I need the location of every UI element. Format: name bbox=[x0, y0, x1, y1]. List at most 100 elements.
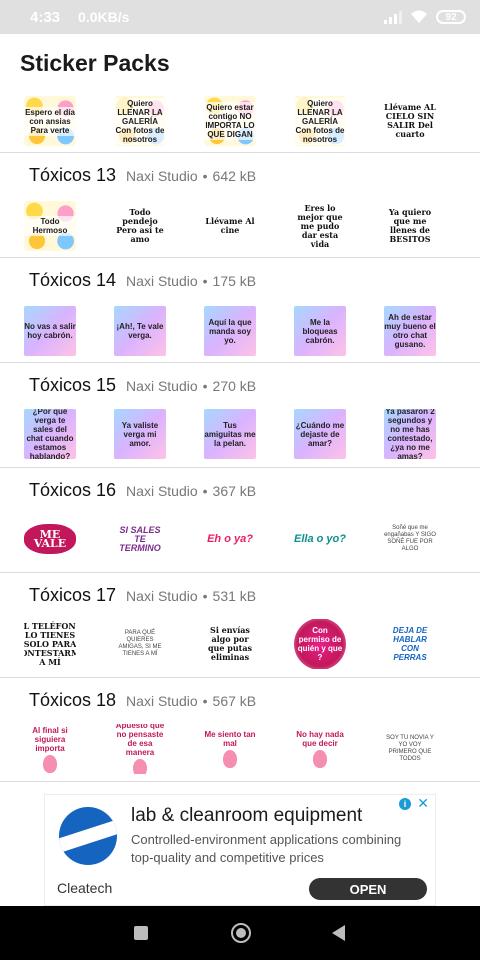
sticker-thumbnail[interactable]: DEJA DE HABLAR CON PERRAS bbox=[384, 619, 436, 669]
sticker-text: Aquí la que manda soy yo. bbox=[208, 317, 252, 345]
ad-open-button[interactable]: OPEN bbox=[309, 878, 427, 900]
battery-icon: 92 bbox=[436, 10, 466, 24]
pack-header: Tóxicos 13 Naxi Studio • 642 kB bbox=[29, 165, 256, 186]
cell-signal-icon bbox=[384, 10, 402, 24]
guitar-icon bbox=[133, 759, 147, 774]
home-icon[interactable] bbox=[231, 923, 251, 943]
sticker-thumbnail[interactable]: Ya pasaron 2 segundos y no me has contes… bbox=[384, 409, 436, 459]
pack-size: 175 kB bbox=[212, 273, 257, 289]
ad-banner[interactable]: lab & cleanroom equipment Controlled-env… bbox=[44, 794, 436, 906]
status-bar: 4:33 0.0KB/s 92 bbox=[0, 0, 480, 34]
sticker-text: Ah de estar muy bueno el otro chat gusan… bbox=[384, 313, 436, 349]
sticker-thumbnail[interactable]: No vas a salir hoy cabrón. bbox=[24, 306, 76, 356]
recent-apps-icon[interactable] bbox=[134, 926, 148, 940]
sticker-thumbnail[interactable]: Ella o yo? bbox=[294, 514, 346, 564]
sticker-text: Todo pendejo Pero así te amo bbox=[116, 207, 164, 244]
sticker-thumbnail[interactable]: SOY TU NOVIA Y YO VOY PRIMERO QUE TODOS bbox=[384, 724, 436, 774]
network-speed: 0.0KB/s bbox=[78, 9, 130, 25]
pack-publisher: Naxi Studio bbox=[126, 588, 198, 604]
ad-close-icon[interactable]: ✕ bbox=[417, 795, 429, 812]
sticker-text: Me siento tan mal bbox=[204, 730, 256, 768]
sticker-thumbnail[interactable]: ¿Cuándo me dejaste de amar? bbox=[294, 409, 346, 459]
sticker-thumbnail[interactable]: Aquí la que manda soy yo. bbox=[204, 306, 256, 356]
back-icon[interactable] bbox=[332, 925, 345, 941]
pack-size: 567 kB bbox=[212, 693, 257, 709]
sticker-pack-row[interactable]: Espero el día con ansias Para verte Quie… bbox=[0, 85, 480, 153]
sticker-pack-row[interactable]: Tóxicos 13 Naxi Studio • 642 kB Todo Hermo… bbox=[0, 153, 480, 258]
sticker-thumbnail[interactable]: Al final si siguiera importa bbox=[24, 724, 76, 774]
pack-name: Tóxicos 14 bbox=[29, 270, 117, 290]
sticker-pack-row[interactable]: Tóxicos 18 Naxi Studio • 567 kB Al final s… bbox=[0, 678, 480, 782]
sticker-thumbnail[interactable]: Todo pendejo Pero así te amo bbox=[114, 201, 166, 251]
sticker-thumbnail[interactable]: Todo Hermoso bbox=[24, 201, 76, 251]
sticker-thumbnail[interactable]: Llévame AL CIELO SIN SALIR Del cuarto bbox=[384, 96, 436, 146]
pack-meta: Naxi Studio • 270 kB bbox=[126, 378, 257, 394]
sticker-thumbnail[interactable]: Quiero LLENAR LA GALERÍA Con fotos de no… bbox=[114, 96, 166, 146]
sticker-text: PARA QUÉ QUIERES AMIGAS, SI ME TIENES A … bbox=[118, 630, 162, 657]
pack-header: Tóxicos 17 Naxi Studio • 531 kB bbox=[29, 585, 256, 606]
sticker-thumbnail[interactable]: Ah de estar muy bueno el otro chat gusan… bbox=[384, 306, 436, 356]
pack-name: Tóxicos 13 bbox=[29, 165, 117, 185]
ad-title[interactable]: lab & cleanroom equipment bbox=[131, 805, 362, 827]
clock: 4:33 bbox=[30, 8, 61, 26]
sticker-thumbnail[interactable]: ME VALE bbox=[24, 514, 76, 564]
pack-meta: Naxi Studio • 642 kB bbox=[126, 168, 257, 184]
pack-header: Tóxicos 15 Naxi Studio • 270 kB bbox=[29, 375, 256, 396]
pack-header: Tóxicos 16 Naxi Studio • 367 kB bbox=[29, 480, 256, 501]
pack-publisher: Naxi Studio bbox=[126, 168, 198, 184]
system-nav-bar bbox=[0, 906, 480, 960]
sticker-thumbnail[interactable]: Eh o ya? bbox=[204, 514, 256, 564]
sticker-pack-row[interactable]: Tóxicos 14 Naxi Studio • 175 kB No vas a s… bbox=[0, 258, 480, 363]
sticker-thumbnail[interactable]: Soñé que me engañabas Y SIGO SOÑÉ FUE PO… bbox=[384, 514, 436, 564]
sticker-pack-row[interactable]: Tóxicos 17 Naxi Studio•531 kB EL TELÉFON… bbox=[0, 573, 480, 678]
sticker-pack-row[interactable]: Tóxicos 15 Naxi Studio • 270 kB ¿Por qué v… bbox=[0, 363, 480, 468]
sticker-thumbnail[interactable]: No hay nada que decir bbox=[294, 724, 346, 774]
sticker-thumbnail[interactable]: Ya quiero que me llenes de BESITOS bbox=[384, 201, 436, 251]
sticker-text: Ya valiste verga mi amor. bbox=[121, 420, 159, 448]
guitar-icon bbox=[223, 750, 237, 768]
pack-meta: Naxi Studio • 531 kB bbox=[126, 588, 257, 604]
sticker-thumbnail[interactable]: ¡Ah!, Te vale verga. bbox=[114, 306, 166, 356]
guitar-icon bbox=[43, 754, 57, 773]
sticker-text: SOY TU NOVIA Y YO VOY PRIMERO QUE TODOS bbox=[386, 735, 434, 762]
ad-advertiser-name: Cleatech bbox=[57, 880, 113, 896]
page-title: Sticker Packs bbox=[20, 50, 170, 76]
sticker-thumbnail[interactable]: EL TELÉFONO LO TIENES SOLO PARA CONTESTA… bbox=[24, 619, 76, 669]
sticker-text: Eres lo mejor que me pudo dar esta vida bbox=[297, 202, 343, 249]
sticker-text: EL TELÉFONO LO TIENES SOLO PARA CONTESTA… bbox=[24, 620, 76, 667]
sticker-thumbnail[interactable]: Si envías algo por que putas eliminas bbox=[204, 619, 256, 669]
sticker-pack-row[interactable]: Tóxicos 16 Naxi Studio • 367 kB ME VALE SI… bbox=[0, 468, 480, 573]
sticker-text: Soñé que me engañabas Y SIGO SOÑÉ FUE PO… bbox=[384, 525, 436, 552]
sticker-text: Con permiso de quién y que ? bbox=[294, 619, 346, 669]
sticker-thumbnail[interactable]: Ya valiste verga mi amor. bbox=[114, 409, 166, 459]
sticker-text: Quiero LLENAR LA GALERÍA Con fotos de no… bbox=[294, 97, 346, 145]
sticker-text: Llévame AL CIELO SIN SALIR Del cuarto bbox=[384, 102, 436, 139]
ad-info-icon[interactable]: i bbox=[399, 798, 411, 810]
pack-meta: Naxi Studio • 175 kB bbox=[126, 273, 257, 289]
sticker-text: Si envías algo por que putas eliminas bbox=[207, 625, 253, 662]
pack-size: 531 kB bbox=[212, 588, 257, 604]
sticker-thumbnail[interactable]: Me la bloqueas cabrón. bbox=[294, 306, 346, 356]
sticker-thumbnail[interactable]: Tus amiguitas me la pelan. bbox=[204, 409, 256, 459]
sticker-text: ¿Por qué verga te sales del chat cuando … bbox=[26, 409, 74, 459]
sticker-text: DEJA DE HABLAR CON PERRAS bbox=[392, 626, 428, 662]
sticker-thumbnail[interactable]: Con permiso de quién y que ? bbox=[294, 619, 346, 669]
sticker-text: Apuesto que no pensaste de esa manera bbox=[114, 724, 166, 774]
sticker-thumbnail[interactable]: Llévame Al cine bbox=[204, 201, 256, 251]
sticker-text: Ya quiero que me llenes de BESITOS bbox=[388, 207, 432, 244]
sticker-thumbnail[interactable]: Espero el día con ansias Para verte bbox=[24, 96, 76, 146]
sticker-thumbnail[interactable]: Me siento tan mal bbox=[204, 724, 256, 774]
sticker-text: ¡Ah!, Te vale verga. bbox=[116, 322, 164, 340]
pack-publisher: Naxi Studio bbox=[126, 378, 198, 394]
sticker-thumbnail[interactable]: Apuesto que no pensaste de esa manera bbox=[114, 724, 166, 774]
pack-size: 367 kB bbox=[212, 483, 257, 499]
pack-publisher: Naxi Studio bbox=[126, 693, 198, 709]
sticker-thumbnail[interactable]: Eres lo mejor que me pudo dar esta vida bbox=[294, 201, 346, 251]
pack-name: Tóxicos 16 bbox=[29, 480, 117, 500]
sticker-text: Quiero LLENAR LA GALERÍA Con fotos de no… bbox=[114, 97, 166, 145]
sticker-thumbnail[interactable]: Quiero estar contigo NO IMPORTA LO QUE D… bbox=[204, 96, 256, 146]
sticker-thumbnail[interactable]: PARA QUÉ QUIERES AMIGAS, SI ME TIENES A … bbox=[114, 619, 166, 669]
sticker-thumbnail[interactable]: Quiero LLENAR LA GALERÍA Con fotos de no… bbox=[294, 96, 346, 146]
sticker-thumbnail[interactable]: ¿Por qué verga te sales del chat cuando … bbox=[24, 409, 76, 459]
sticker-thumbnail[interactable]: SI SALES TE TERMINO bbox=[114, 514, 166, 564]
